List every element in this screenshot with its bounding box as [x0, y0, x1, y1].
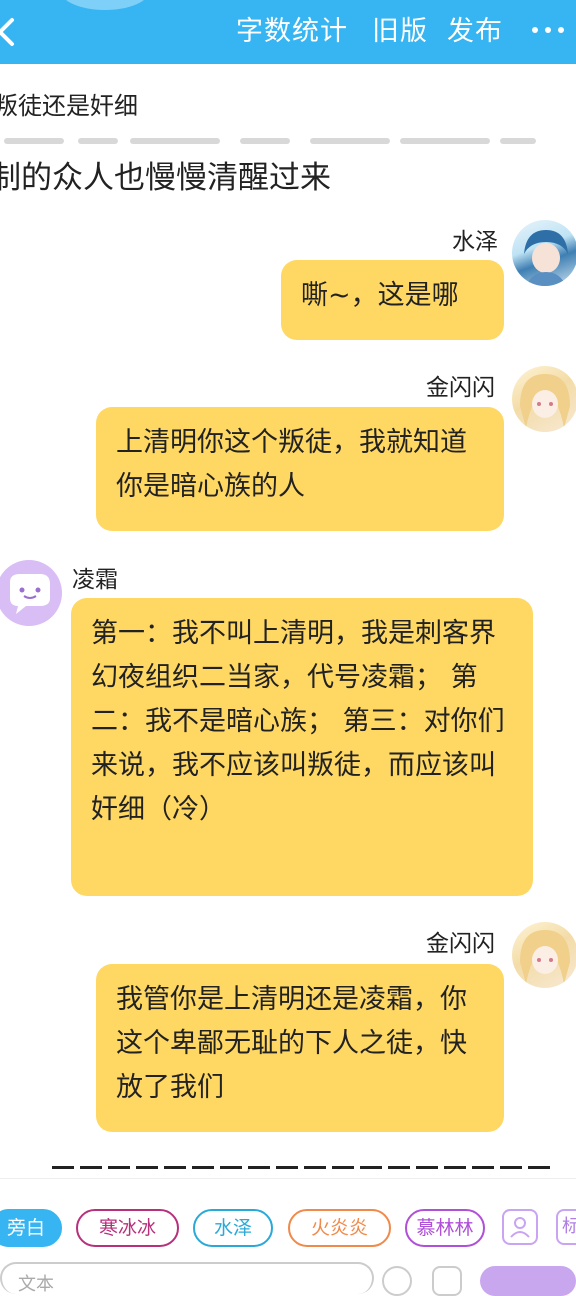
section-divider [52, 1166, 552, 1169]
add-character-icon[interactable] [502, 1209, 538, 1245]
image-button[interactable] [432, 1266, 462, 1296]
clipped-text-line [0, 136, 576, 146]
message-bubble[interactable]: 上清明你这个叛徒，我就知道你是暗心族的人 [96, 407, 504, 531]
chip-character[interactable]: 慕林林 [405, 1209, 485, 1247]
decorative-bubble [60, 0, 150, 10]
label-icon[interactable]: 标 [556, 1209, 576, 1245]
chip-character[interactable]: 水泽 [193, 1209, 273, 1247]
avatar[interactable] [512, 366, 576, 432]
top-bar: 字数统计 旧版 发布 [0, 0, 576, 64]
avatar[interactable] [0, 560, 62, 626]
publish-button[interactable]: 发布 [447, 14, 503, 50]
character-avatar-icon [520, 930, 570, 984]
emoji-button[interactable] [382, 1266, 412, 1296]
word-count-button[interactable]: 字数统计 [236, 14, 348, 50]
speaker-name: 金闪闪 [426, 375, 495, 401]
input-row: 文本 [0, 1262, 576, 1296]
back-button[interactable] [0, 14, 22, 50]
old-version-button[interactable]: 旧版 [372, 14, 428, 50]
character-avatar-icon [520, 374, 570, 428]
chat-bubble-face-icon [10, 574, 50, 614]
message-bubble[interactable]: 第一：我不叫上清明，我是刺客界幻夜组织二当家，代号凌霜； 第二：我不是暗心族； … [71, 598, 533, 896]
more-dots-icon [532, 27, 538, 33]
speaker-name: 水泽 [452, 229, 498, 255]
speaker-name: 凌霜 [72, 567, 118, 593]
chip-narrator[interactable]: 旁白 [0, 1209, 62, 1247]
speaker-name: 金闪闪 [426, 931, 495, 957]
chevron-left-icon [0, 18, 14, 46]
more-button[interactable] [530, 16, 566, 46]
story-title-line: 叛徒还是奸细 [0, 92, 138, 120]
chip-character[interactable]: 火炎炎 [288, 1209, 391, 1247]
message-bubble[interactable]: 嘶~，这是哪 [281, 260, 504, 340]
avatar[interactable] [512, 220, 576, 286]
character-avatar-icon [524, 230, 568, 286]
input-placeholder: 文本 [18, 1274, 54, 1295]
story-text-line: 制的众人也慢慢清醒过来 [0, 160, 331, 196]
chip-character[interactable]: 寒冰冰 [76, 1209, 179, 1247]
avatar[interactable] [512, 922, 576, 988]
text-input[interactable]: 文本 [0, 1262, 374, 1295]
send-button[interactable] [480, 1266, 576, 1296]
message-bubble[interactable]: 我管你是上清明还是凌霜，你这个卑鄙无耻的下人之徒，快放了我们 [96, 964, 504, 1132]
